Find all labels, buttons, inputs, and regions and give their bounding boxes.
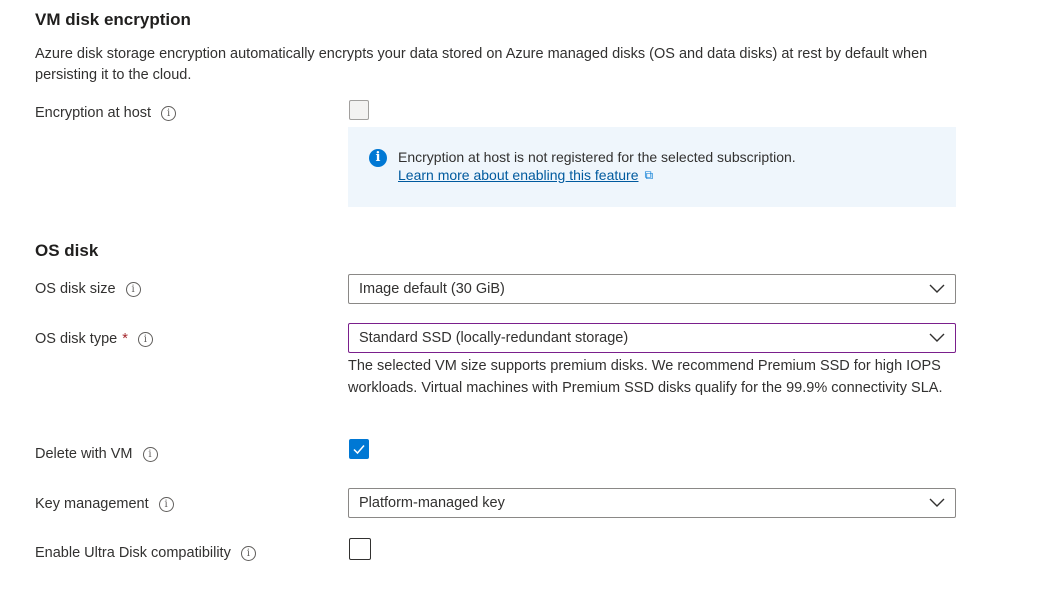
- ultra-disk-label: Enable Ultra Disk compatibility i: [35, 545, 256, 561]
- info-icon[interactable]: i: [161, 105, 177, 121]
- vm-disk-encryption-heading: VM disk encryption: [35, 10, 191, 29]
- chevron-down-icon: [929, 333, 945, 342]
- required-marker: *: [122, 331, 128, 347]
- os-disk-size-value: Image default (30 GiB): [359, 281, 505, 297]
- chevron-down-icon: [929, 284, 945, 293]
- encryption-at-host-label: Encryption at host i: [35, 105, 177, 121]
- info-icon[interactable]: i: [137, 331, 153, 347]
- delete-with-vm-label: Delete with VM i: [35, 446, 158, 462]
- key-management-label-text: Key management: [35, 496, 149, 512]
- key-management-value: Platform-managed key: [359, 495, 505, 511]
- ultra-disk-checkbox[interactable]: [349, 538, 371, 560]
- delete-with-vm-checkbox[interactable]: [349, 439, 369, 459]
- encryption-at-host-checkbox[interactable]: [349, 100, 369, 120]
- encryption-at-host-label-text: Encryption at host: [35, 105, 152, 121]
- vm-disk-encryption-description: Azure disk storage encryption automatica…: [35, 46, 928, 83]
- os-disk-type-label-text: OS disk type: [35, 331, 118, 347]
- ultra-disk-label-text: Enable Ultra Disk compatibility: [35, 545, 231, 561]
- os-disk-type-dropdown[interactable]: Standard SSD (locally-redundant storage): [348, 323, 956, 353]
- info-icon[interactable]: i: [158, 496, 174, 512]
- info-icon[interactable]: i: [125, 281, 141, 297]
- delete-with-vm-label-text: Delete with VM: [35, 446, 133, 462]
- key-management-label: Key management i: [35, 496, 174, 512]
- os-disk-size-dropdown[interactable]: Image default (30 GiB): [348, 274, 956, 304]
- os-disk-size-label-text: OS disk size: [35, 281, 116, 297]
- chevron-down-icon: [929, 498, 945, 507]
- os-disk-size-label: OS disk size i: [35, 281, 141, 297]
- os-disk-type-help-text: The selected VM size supports premium di…: [348, 358, 943, 396]
- info-icon[interactable]: i: [142, 446, 158, 462]
- os-disk-heading: OS disk: [35, 241, 99, 260]
- info-icon[interactable]: i: [240, 545, 256, 561]
- info-filled-icon: i: [369, 149, 387, 167]
- os-disk-type-label: OS disk type * i: [35, 331, 153, 347]
- os-disk-type-value: Standard SSD (locally-redundant storage): [359, 330, 629, 346]
- encryption-info-box: i Encryption at host is not registered f…: [348, 127, 956, 207]
- key-management-dropdown[interactable]: Platform-managed key: [348, 488, 956, 518]
- external-link-icon: ⧉: [644, 167, 654, 182]
- learn-more-link-row: Learn more about enabling this feature ⧉: [398, 167, 653, 183]
- encryption-info-message: Encryption at host is not registered for…: [398, 149, 796, 165]
- checkmark-icon: [353, 445, 365, 455]
- learn-more-link[interactable]: Learn more about enabling this feature: [398, 167, 639, 183]
